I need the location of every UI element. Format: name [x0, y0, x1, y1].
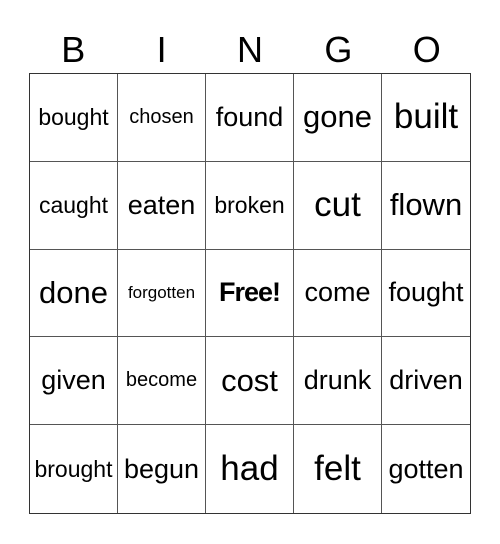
- bingo-cell[interactable]: gone: [294, 74, 382, 162]
- free-space-cell[interactable]: Free!: [206, 249, 294, 338]
- bingo-cell[interactable]: fought: [382, 250, 470, 338]
- bingo-cell[interactable]: chosen: [118, 74, 206, 162]
- bingo-cell[interactable]: flown: [382, 162, 470, 250]
- bingo-cell[interactable]: broken: [206, 161, 294, 250]
- header-letter-b: B: [61, 29, 86, 70]
- bingo-cell[interactable]: forgotten: [118, 249, 206, 338]
- bingo-cell[interactable]: found: [206, 74, 294, 162]
- bingo-cell[interactable]: built: [382, 74, 470, 162]
- header-letter-g: G: [324, 29, 353, 70]
- bingo-cell[interactable]: bought: [30, 74, 118, 162]
- bingo-cell[interactable]: begun: [118, 425, 206, 513]
- header-letter-i: I: [156, 29, 167, 70]
- bingo-cell[interactable]: become: [118, 337, 206, 426]
- header-letter-o: O: [412, 29, 441, 70]
- bingo-cell[interactable]: brought: [30, 425, 118, 513]
- bingo-cell[interactable]: drunk: [294, 337, 382, 426]
- header-letter-n: N: [236, 29, 263, 70]
- bingo-cell[interactable]: eaten: [118, 161, 206, 250]
- bingo-cell[interactable]: gotten: [382, 425, 470, 513]
- bingo-grid: bought chosen found gone built caught eaten bro…: [29, 73, 471, 514]
- bingo-cell[interactable]: had: [206, 425, 294, 513]
- bingo-cell[interactable]: cut: [294, 161, 382, 250]
- bingo-cell[interactable]: cost: [206, 337, 294, 426]
- bingo-cell[interactable]: caught: [30, 161, 118, 250]
- bingo-cell[interactable]: come: [294, 249, 382, 338]
- bingo-cell[interactable]: given: [30, 337, 118, 426]
- bingo-header: B I N G O: [29, 28, 471, 72]
- bingo-cell[interactable]: driven: [382, 337, 470, 426]
- bingo-cell[interactable]: felt: [294, 425, 382, 513]
- bingo-cell[interactable]: done: [30, 249, 118, 338]
